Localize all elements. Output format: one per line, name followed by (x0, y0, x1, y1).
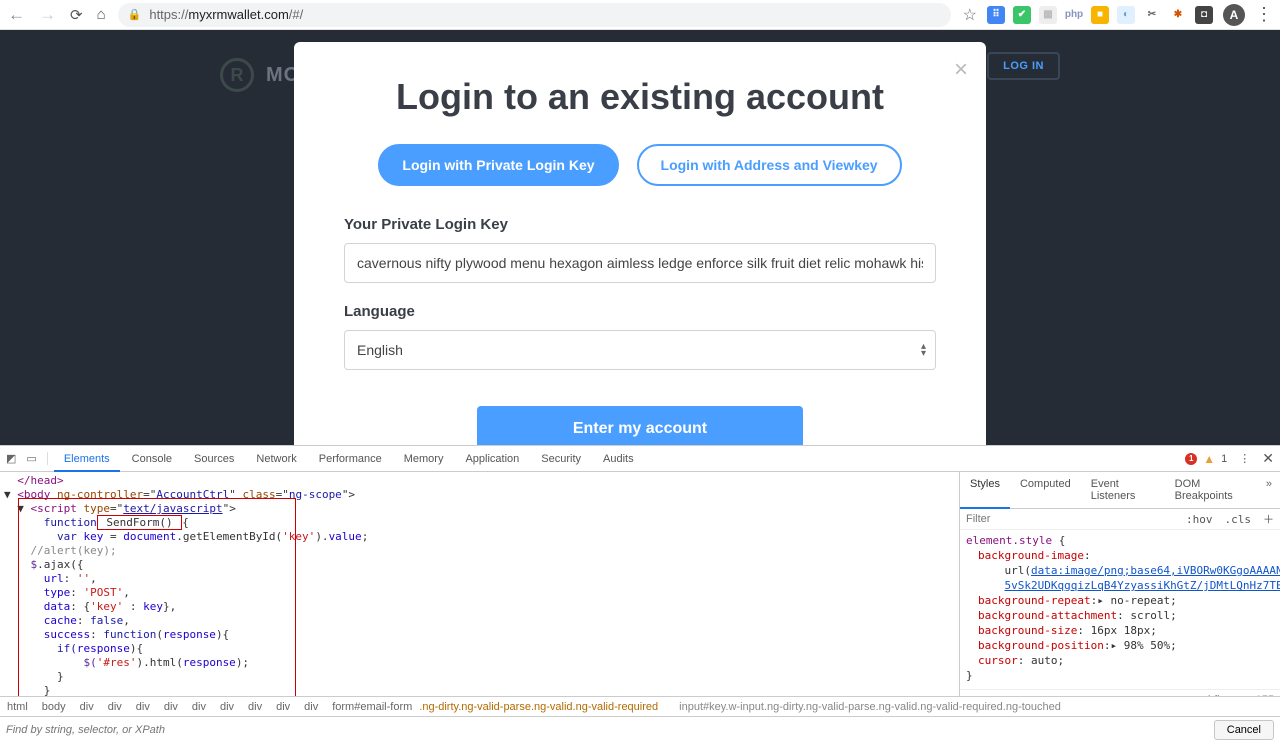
private-key-input[interactable] (344, 243, 936, 283)
label-private-key: Your Private Login Key (344, 216, 936, 233)
devtools-status: 1 ▲ 1 ⋮ ✕ (1185, 450, 1274, 467)
login-button-header[interactable]: LOG IN (987, 52, 1060, 80)
extension-icon[interactable]: ✂ (1143, 6, 1161, 24)
styles-more-icon[interactable]: » (1258, 472, 1280, 508)
styles-tab-dom-breakpoints[interactable]: DOM Breakpoints (1165, 472, 1258, 508)
devtools-tab-application[interactable]: Application (455, 447, 529, 471)
label-language: Language (344, 303, 936, 320)
breadcrumb-item[interactable]: div (269, 701, 297, 713)
tab-private-key[interactable]: Login with Private Login Key (378, 144, 618, 186)
address-bar[interactable]: 🔒 https://myxrmwallet.com/#/ (118, 3, 951, 27)
styles-filter-row: :hov .cls ＋ (960, 509, 1280, 530)
close-icon[interactable]: × (954, 56, 968, 84)
extension-icon[interactable]: ◘ (1195, 6, 1213, 24)
warning-count: 1 (1221, 453, 1227, 465)
login-method-tabs: Login with Private Login Key Login with … (344, 144, 936, 186)
back-icon[interactable]: ← (8, 5, 25, 25)
devtools-close-icon[interactable]: ✕ (1262, 450, 1274, 467)
find-cancel-button[interactable]: Cancel (1214, 720, 1274, 740)
tab-address-viewkey[interactable]: Login with Address and Viewkey (637, 144, 902, 186)
extension-icon[interactable]: ⠿ (987, 6, 1005, 24)
styles-filter-input[interactable] (960, 509, 1180, 529)
url-text: https://myxrmwallet.com/#/ (149, 7, 303, 22)
inspect-toggles: ◩ ▭ (6, 452, 48, 465)
devtools-menu-icon[interactable]: ⋮ (1239, 452, 1250, 465)
device-toggle-icon[interactable]: ▭ (26, 452, 36, 465)
breadcrumb-input[interactable]: input#key.w-input.ng-dirty.ng-valid-pars… (672, 701, 1068, 713)
site-header: R MO (220, 58, 300, 92)
top-links: LOG IN (987, 52, 1060, 80)
reload-icon[interactable]: ⟳ (70, 6, 83, 24)
style-block-element[interactable]: element.style { background-image: url(da… (960, 530, 1280, 690)
breadcrumb-item[interactable]: body (35, 701, 73, 713)
login-modal: × Login to an existing account Login wit… (294, 42, 986, 445)
modal-title: Login to an existing account (344, 76, 936, 118)
devtools-tab-elements[interactable]: Elements (54, 447, 120, 471)
warning-badge[interactable]: ▲ (1203, 452, 1215, 466)
breadcrumb-item[interactable]: div (101, 701, 129, 713)
new-rule-icon[interactable]: ＋ (1257, 511, 1280, 527)
elements-breadcrumb[interactable]: htmlbodydivdivdivdivdivdivdivdivdivform#… (0, 696, 1280, 716)
devtools-tab-sources[interactable]: Sources (184, 447, 244, 471)
breadcrumb-form[interactable]: form#email-form.ng-dirty.ng-valid-parse.… (325, 701, 672, 713)
cls-toggle[interactable]: .cls (1219, 513, 1258, 526)
select-arrows-icon: ▴▾ (921, 343, 926, 357)
styles-tab-styles[interactable]: Styles (960, 472, 1010, 508)
extension-icon[interactable]: ✱ (1169, 6, 1187, 24)
styles-tab-computed[interactable]: Computed (1010, 472, 1081, 508)
devtools-tabs: ElementsConsoleSourcesNetworkPerformance… (54, 447, 1185, 471)
elements-tree[interactable]: </head> ▼ <body ng-controller="AccountCt… (0, 472, 960, 696)
home-icon[interactable]: ⌂ (97, 6, 106, 23)
devtools-tab-audits[interactable]: Audits (593, 447, 644, 471)
toolbar-right: ☆ ⠿ ✔ ▦ php ■ ◐ ✂ ✱ ◘ A ⋮ (963, 4, 1272, 26)
breadcrumb-item[interactable]: div (185, 701, 213, 713)
hov-toggle[interactable]: :hov (1180, 513, 1219, 526)
extension-icon[interactable]: ◐ (1117, 6, 1135, 24)
extension-icon[interactable]: php (1065, 6, 1083, 24)
extension-icon[interactable]: ■ (1091, 6, 1109, 24)
find-input[interactable] (6, 720, 1206, 740)
nav-controls: ← → ⟳ ⌂ (8, 5, 106, 25)
forward-icon: → (39, 5, 56, 25)
profile-avatar[interactable]: A (1223, 4, 1245, 26)
devtools-tab-memory[interactable]: Memory (394, 447, 454, 471)
styles-tab-event-listeners[interactable]: Event Listeners (1081, 472, 1165, 508)
browser-toolbar: ← → ⟳ ⌂ 🔒 https://myxrmwallet.com/#/ ☆ ⠿… (0, 0, 1280, 30)
extension-icon[interactable]: ✔ (1013, 6, 1031, 24)
bookmark-star-icon[interactable]: ☆ (963, 5, 977, 25)
error-badge[interactable]: 1 (1185, 453, 1197, 465)
page-viewport: R MO LOG IN × Login to an existing accou… (0, 30, 1280, 445)
breadcrumb-item[interactable]: div (157, 701, 185, 713)
site-logo: R (220, 58, 254, 92)
inspect-icon[interactable]: ◩ (6, 452, 16, 465)
enter-account-button[interactable]: Enter my account (477, 406, 803, 445)
breadcrumb-item[interactable]: div (73, 701, 101, 713)
language-select[interactable] (344, 330, 936, 370)
devtools-tab-security[interactable]: Security (531, 447, 591, 471)
breadcrumb-item[interactable]: div (213, 701, 241, 713)
devtools-topbar: ◩ ▭ ElementsConsoleSourcesNetworkPerform… (0, 446, 1280, 472)
breadcrumb-item[interactable]: div (241, 701, 269, 713)
extension-icon[interactable]: ▦ (1039, 6, 1057, 24)
find-bar: Cancel (0, 716, 1280, 742)
devtools-tab-performance[interactable]: Performance (309, 447, 392, 471)
breadcrumb-item[interactable]: div (297, 701, 325, 713)
browser-menu-icon[interactable]: ⋮ (1255, 4, 1272, 25)
breadcrumb-item[interactable]: div (129, 701, 157, 713)
lock-icon: 🔒 (128, 8, 142, 21)
devtools-tab-console[interactable]: Console (122, 447, 182, 471)
styles-sidebar: StylesComputedEvent ListenersDOM Breakpo… (960, 472, 1280, 696)
breadcrumb-item[interactable]: html (0, 701, 35, 713)
devtools-panel: ◩ ▭ ElementsConsoleSourcesNetworkPerform… (0, 445, 1280, 742)
styles-tabs: StylesComputedEvent ListenersDOM Breakpo… (960, 472, 1280, 509)
devtools-tab-network[interactable]: Network (246, 447, 306, 471)
